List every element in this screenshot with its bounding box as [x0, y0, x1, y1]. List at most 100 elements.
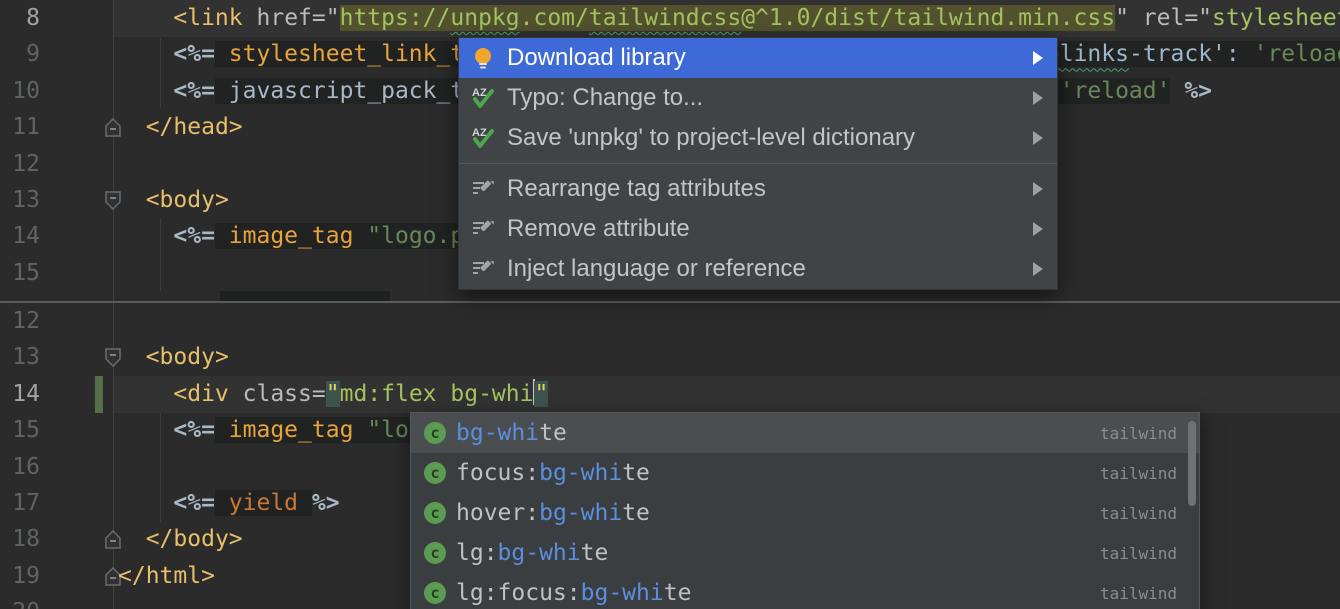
- code-token: [215, 223, 229, 249]
- completion-item-text: lg:focus:bg-white: [456, 580, 1100, 606]
- menu-item-typo-change-to[interactable]: AZTypo: Change to...: [459, 78, 1057, 118]
- editor-line: 14 <div class="md:flex bg-whi": [0, 376, 1340, 413]
- code-token: @^1.0/dist/tailwind.min.css: [741, 5, 1115, 31]
- completion-tail-label: tailwind: [1100, 584, 1177, 603]
- code-token: </body>: [146, 526, 243, 552]
- line-number: 13: [0, 339, 40, 376]
- menu-item-download-library[interactable]: Download library: [459, 38, 1057, 78]
- line-number: 15: [0, 412, 40, 449]
- code-token: stylesheet_link_tag: [229, 41, 492, 67]
- code-line[interactable]: [114, 594, 118, 609]
- code-line[interactable]: </head>: [114, 109, 243, 146]
- code-token: [215, 490, 229, 516]
- code-token: <div: [173, 381, 228, 407]
- code-token: javascript_pack_tag: [229, 78, 492, 104]
- code-token: <%=: [173, 490, 215, 516]
- completion-item-lg-bg-white[interactable]: clg:bg-whitetailwind: [411, 533, 1199, 573]
- code-line[interactable]: [114, 146, 118, 183]
- code-token: <body>: [146, 187, 229, 213]
- code-line[interactable]: </html>: [114, 558, 215, 595]
- erb-fragment-remnant: [220, 291, 390, 301]
- submenu-arrow-icon: [1033, 131, 1043, 145]
- line-number: 11: [0, 109, 40, 146]
- submenu-arrow-icon: [1033, 262, 1043, 276]
- submenu-arrow-icon: [1033, 182, 1043, 196]
- line-number: 16: [0, 449, 40, 486]
- menu-item-remove-attribute[interactable]: Remove attribute: [459, 209, 1057, 249]
- menu-item-save-unpkg-to-project-level-dictionary[interactable]: AZSave 'unpkg' to project-level dictiona…: [459, 118, 1057, 158]
- code-token: [353, 223, 367, 249]
- edit-icon: [471, 177, 495, 201]
- code-line[interactable]: <link href="https://unpkg.com/tailwindcs…: [114, 0, 1340, 37]
- code-token: <link: [173, 5, 242, 31]
- completion-item-text: hover:bg-white: [456, 500, 1100, 526]
- submenu-arrow-icon: [1033, 222, 1043, 236]
- code-line[interactable]: <div class="md:flex bg-whi": [114, 376, 548, 413]
- rubymine-editor: 8 <link href="https://unpkg.com/tailwind…: [0, 0, 1340, 609]
- completion-item-focus-bg-white[interactable]: cfocus:bg-whitetailwind: [411, 453, 1199, 493]
- line-number: 14: [0, 376, 40, 413]
- line-number: 8: [0, 0, 40, 37]
- code-token: [215, 417, 229, 443]
- code-token: ": [534, 381, 548, 407]
- code-token: unpkg: [450, 5, 519, 31]
- edit-icon: [471, 217, 495, 241]
- code-token: image_tag: [229, 223, 354, 249]
- line-number: 13: [0, 182, 40, 219]
- completion-item-hover-bg-white[interactable]: chover:bg-whitetailwind: [411, 493, 1199, 533]
- completion-prefix: lg:focus:: [456, 580, 581, 606]
- menu-item-inject-language-or-reference[interactable]: Inject language or reference: [459, 249, 1057, 289]
- code-line[interactable]: [114, 449, 118, 486]
- scrollbar-thumb[interactable]: [1188, 421, 1196, 506]
- code-token: [118, 5, 173, 31]
- menu-item-label: Remove attribute: [507, 215, 1033, 243]
- code-token: ": [1115, 5, 1129, 31]
- completion-match: bg-whi: [456, 420, 539, 446]
- completion-match: bg-whi: [581, 580, 664, 606]
- menu-item-rearrange-tag-attributes[interactable]: Rearrange tag attributes: [459, 169, 1057, 209]
- completion-match: bg-whi: [498, 540, 581, 566]
- code-token: [1129, 5, 1143, 31]
- submenu-arrow-icon: [1033, 91, 1043, 105]
- code-token: <%=: [173, 78, 215, 104]
- code-token: [215, 41, 229, 67]
- code-line[interactable]: <%= yield %>: [114, 485, 340, 522]
- completion-suffix: te: [581, 540, 609, 566]
- vcs-change-marker: [95, 376, 103, 413]
- editor-line: 12: [0, 303, 1340, 340]
- line-number: 18: [0, 521, 40, 558]
- menu-item-label: Save 'unpkg' to project-level dictionary: [507, 124, 1033, 152]
- css-class-icon: c: [424, 422, 446, 444]
- line-number: 19: [0, 558, 40, 595]
- completion-tail-label: tailwind: [1100, 544, 1177, 563]
- code-line[interactable]: <body>: [114, 182, 229, 219]
- line-number: 20: [0, 594, 40, 609]
- code-line[interactable]: </body>: [114, 521, 243, 558]
- code-line[interactable]: <body>: [114, 339, 229, 376]
- code-token: [229, 381, 243, 407]
- code-line[interactable]: [114, 303, 118, 340]
- menu-item-label: Download library: [507, 44, 1033, 72]
- code-token: [118, 41, 173, 67]
- code-token: [118, 417, 173, 443]
- menu-item-label: Rearrange tag attributes: [507, 175, 1033, 203]
- code-token: %>: [1170, 78, 1212, 104]
- code-token: class=: [243, 381, 326, 407]
- code-token: [118, 114, 146, 140]
- completion-popup: cbg-whitetailwindcfocus:bg-whitetailwind…: [410, 412, 1200, 609]
- line-number: 12: [0, 303, 40, 340]
- code-token: <%=: [173, 41, 215, 67]
- completion-item-lg-focus-bg-white[interactable]: clg:focus:bg-whitetailwind: [411, 573, 1199, 609]
- completion-suffix: te: [622, 500, 650, 526]
- completion-item-bg-white[interactable]: cbg-whitetailwind: [411, 413, 1199, 453]
- completion-match: bg-whi: [539, 460, 622, 486]
- code-line[interactable]: [114, 255, 118, 292]
- code-token: [118, 490, 173, 516]
- code-token: [118, 344, 146, 370]
- css-class-icon: c: [424, 462, 446, 484]
- edit-icon: [471, 257, 495, 281]
- lightbulb-icon: [471, 46, 495, 70]
- editor-line: 13 <body>: [0, 339, 1340, 376]
- code-token: [118, 187, 146, 213]
- code-token: 'reload': [1254, 41, 1340, 67]
